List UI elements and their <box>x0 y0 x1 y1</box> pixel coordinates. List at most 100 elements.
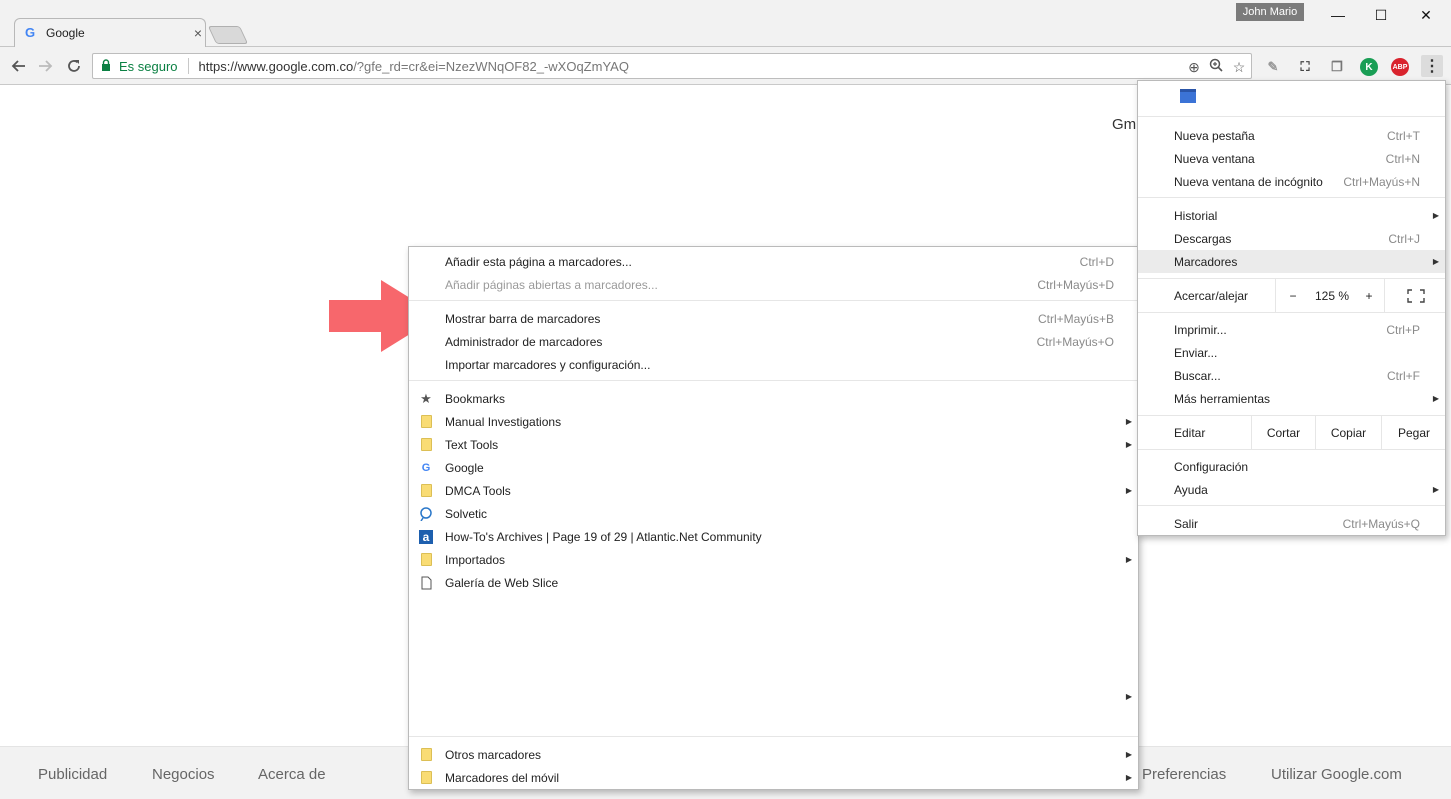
settings-item[interactable]: Configuración <box>1138 455 1445 478</box>
url-text[interactable]: https://www.google.com.co/?gfe_rd=cr&ei=… <box>199 59 629 74</box>
bookmarks-item[interactable]: Marcadores ▶ <box>1138 250 1445 273</box>
find-item[interactable]: Buscar... Ctrl+F <box>1138 364 1445 387</box>
add-bookmark-shortcut: Ctrl+D <box>1079 254 1114 269</box>
bookmarks-overflow-item[interactable]: ▶ <box>409 685 1138 708</box>
tab-google[interactable]: G Google × <box>22 18 206 47</box>
secure-label[interactable]: Es seguro <box>119 59 178 74</box>
forward-button[interactable] <box>34 54 58 78</box>
add-open-pages-item[interactable]: Añadir páginas abiertas a marcadores... … <box>409 273 1138 296</box>
show-bookmarks-bar-label: Mostrar barra de marcadores <box>445 311 601 326</box>
tab-close-icon[interactable]: × <box>190 25 206 41</box>
menu-separator <box>1138 312 1445 313</box>
menu-separator <box>1138 505 1445 506</box>
add-bookmark-item[interactable]: Añadir esta página a marcadores... Ctrl+… <box>409 250 1138 273</box>
zoom-label: Acercar/alejar <box>1174 288 1249 303</box>
tab-title: Google <box>46 25 85 40</box>
mobile-bookmarks-item[interactable]: Marcadores del móvil ▶ <box>409 766 1138 789</box>
maximize-button[interactable]: ☐ <box>1358 0 1404 30</box>
footer-utilizar-link[interactable]: Utilizar Google.com <box>1271 766 1402 783</box>
reload-button[interactable] <box>62 54 86 78</box>
history-item[interactable]: Historial ▶ <box>1138 204 1445 227</box>
url-host: https://www.google.com.co <box>198 58 354 74</box>
solvetic-icon <box>419 506 433 521</box>
cast-item[interactable]: Enviar... <box>1138 341 1445 364</box>
find-label: Buscar... <box>1174 368 1221 383</box>
folder-icon <box>421 484 432 497</box>
folder-icon <box>421 771 432 784</box>
zoom-out-button[interactable]: − <box>1275 279 1310 312</box>
close-window-button[interactable]: ✕ <box>1403 0 1449 30</box>
submenu-arrow-icon: ▶ <box>1125 555 1132 564</box>
lock-icon[interactable] <box>101 58 115 74</box>
title-bar: G Google × John Mario — ☐ ✕ <box>0 0 1451 48</box>
fullscreen-button[interactable] <box>1384 279 1446 312</box>
back-button[interactable] <box>6 54 30 78</box>
bookmark-star-icon[interactable]: ☆ <box>1230 58 1248 76</box>
other-bookmarks-label: Otros marcadores <box>445 747 542 762</box>
k-extension-icon[interactable]: K <box>1360 58 1378 76</box>
eyedropper-extension-icon[interactable]: ⛶ <box>1296 58 1314 76</box>
show-bookmarks-bar-item[interactable]: Mostrar barra de marcadores Ctrl+Mayús+B <box>409 307 1138 330</box>
incognito-item[interactable]: Nueva ventana de incógnito Ctrl+Mayús+N <box>1138 170 1445 193</box>
submenu-arrow-icon: ▶ <box>1432 485 1439 494</box>
bookmark-item-bookmarks[interactable]: ★ Bookmarks <box>409 387 1138 410</box>
new-tab-button[interactable] <box>207 26 249 44</box>
star-icon: ★ <box>420 390 432 406</box>
other-bookmarks-item[interactable]: Otros marcadores ▶ <box>409 743 1138 766</box>
copy-button[interactable]: Copiar <box>1315 416 1381 449</box>
bookmark-item-google[interactable]: G Google <box>409 456 1138 479</box>
menu-separator <box>1138 116 1445 117</box>
history-label: Historial <box>1174 208 1218 223</box>
bookmark-item-web-slice[interactable]: Galería de Web Slice <box>409 571 1138 594</box>
help-item[interactable]: Ayuda ▶ <box>1138 478 1445 501</box>
zoom-in-button[interactable]: + <box>1354 279 1384 312</box>
more-tools-item[interactable]: Más herramientas ▶ <box>1138 387 1445 410</box>
address-bar[interactable]: Es seguro https://www.google.com.co/?gfe… <box>92 53 1252 79</box>
footer-publicidad-link[interactable]: Publicidad <box>38 766 107 783</box>
bookmarks-submenu: Añadir esta página a marcadores... Ctrl+… <box>408 246 1139 790</box>
fullscreen-icon <box>1406 288 1425 303</box>
edit-label: Editar <box>1174 425 1206 440</box>
window-extension-icon[interactable]: ❐ <box>1328 58 1346 76</box>
mobile-bookmarks-label: Marcadores del móvil <box>445 770 560 785</box>
bookmark-folder-importados[interactable]: Importados ▶ <box>409 548 1138 571</box>
paste-button[interactable]: Pegar <box>1381 416 1446 449</box>
bookmark-folder-text-tools[interactable]: Text Tools ▶ <box>409 433 1138 456</box>
submenu-arrow-icon: ▶ <box>1432 394 1439 403</box>
chrome-main-menu: Nueva pestaña Ctrl+T Nueva ventana Ctrl+… <box>1137 80 1446 536</box>
chrome-menu-button[interactable]: ⋮ <box>1421 55 1443 77</box>
location-target-icon[interactable]: ⊕ <box>1185 58 1203 76</box>
print-item[interactable]: Imprimir... Ctrl+P <box>1138 318 1445 341</box>
bookmark-item-solvetic[interactable]: Solvetic <box>409 502 1138 525</box>
gmail-link[interactable]: Gm <box>1112 116 1136 133</box>
google-icon: G <box>421 461 431 474</box>
bookmark-label: Manual Investigations <box>445 414 562 429</box>
profile-name-badge[interactable]: John Mario <box>1236 3 1304 21</box>
footer-preferencias-link[interactable]: Preferencias <box>1142 766 1226 783</box>
help-label: Ayuda <box>1174 482 1208 497</box>
bookmark-manager-item[interactable]: Administrador de marcadores Ctrl+Mayús+O <box>409 330 1138 353</box>
zoom-icon[interactable] <box>1207 58 1225 76</box>
downloads-label: Descargas <box>1174 231 1232 246</box>
url-divider <box>187 58 189 74</box>
bookmark-folder-dmca-tools[interactable]: DMCA Tools ▶ <box>409 479 1138 502</box>
downloads-item[interactable]: Descargas Ctrl+J <box>1138 227 1445 250</box>
new-tab-item[interactable]: Nueva pestaña Ctrl+T <box>1138 124 1445 147</box>
minimize-button[interactable]: — <box>1315 0 1361 30</box>
window-thumbnail-icon <box>1180 89 1196 103</box>
exit-item[interactable]: Salir Ctrl+Mayús+Q <box>1138 512 1445 535</box>
google-favicon-icon: G <box>24 25 36 40</box>
bookmark-folder-manual-investigations[interactable]: Manual Investigations ▶ <box>409 410 1138 433</box>
footer-acerca-link[interactable]: Acerca de <box>258 766 326 783</box>
brush-extension-icon[interactable]: ✎ <box>1264 58 1282 76</box>
bookmark-item-atlantic[interactable]: a How-To's Archives | Page 19 of 29 | At… <box>409 525 1138 548</box>
import-bookmarks-item[interactable]: Importar marcadores y configuración... <box>409 353 1138 376</box>
new-tab-shortcut: Ctrl+T <box>1387 128 1420 143</box>
bookmarks-label: Marcadores <box>1174 254 1238 269</box>
footer-negocios-link[interactable]: Negocios <box>152 766 215 783</box>
zoom-row: Acercar/alejar − 125 % + <box>1138 279 1445 312</box>
cut-button[interactable]: Cortar <box>1251 416 1315 449</box>
menu-separator <box>409 300 1138 301</box>
adblock-extension-icon[interactable]: ABP <box>1391 58 1409 76</box>
new-window-item[interactable]: Nueva ventana Ctrl+N <box>1138 147 1445 170</box>
